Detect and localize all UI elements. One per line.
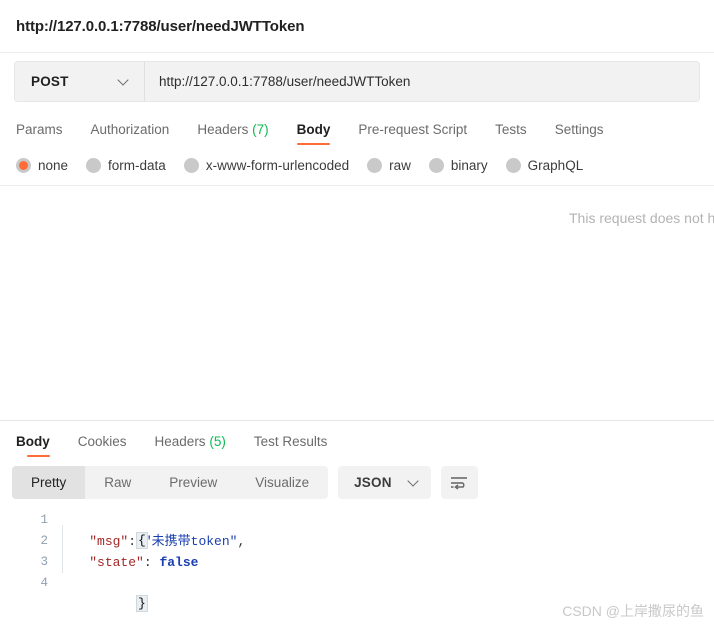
radio-icon (16, 157, 31, 173)
url-bar-group: POST http://127.0.0.1:7788/user/needJWTT… (14, 60, 700, 102)
response-pane: Body Cookies Headers (5) Test Results Pr… (0, 420, 714, 627)
radio-none[interactable]: none (16, 157, 69, 173)
url-bar: POST http://127.0.0.1:7788/user/needJWTT… (0, 53, 714, 109)
viewer-mode-preview[interactable]: Preview (150, 466, 236, 499)
tab-count: (5) (209, 433, 226, 449)
radio-raw[interactable]: raw (367, 157, 411, 173)
chevron-down-icon (408, 476, 420, 488)
request-title-bar: http://127.0.0.1:7788/user/needJWTToken (0, 0, 714, 53)
tab-label: Pre-request Script (358, 121, 468, 137)
tab-params[interactable]: Params (13, 121, 77, 146)
json-close-brace: } (136, 595, 148, 612)
response-body-code-viewer[interactable]: 1 2 3 4 { "msg": "未携带token", "state": fa… (0, 507, 714, 627)
json-colon: : (143, 555, 160, 570)
viewer-mode-group: Pretty Raw Preview Visualize (12, 465, 329, 499)
radio-label: raw (389, 157, 411, 173)
request-body-area: This request does not have a body (0, 185, 714, 420)
tab-tests[interactable]: Tests (481, 121, 541, 146)
radio-binary[interactable]: binary (428, 157, 488, 173)
page-title: http://127.0.0.1:7788/user/needJWTToken (16, 17, 305, 35)
code-line: "msg": "未携带token", (58, 531, 714, 552)
tab-label: Headers (154, 433, 206, 449)
radio-x-www-form-urlencoded[interactable]: x-www-form-urlencoded (183, 157, 350, 173)
viewer-mode-raw[interactable]: Raw (85, 466, 150, 499)
json-value: false (159, 555, 199, 570)
json-open-brace: { (136, 532, 148, 549)
json-comma: , (237, 534, 246, 549)
postman-request-response-view: http://127.0.0.1:7788/user/needJWTToken … (0, 0, 714, 627)
tab-label: Test Results (253, 433, 328, 449)
json-key: "state" (89, 555, 144, 570)
code-fold-guide (62, 525, 63, 573)
tab-count: (7) (252, 121, 269, 137)
code-content[interactable]: { "msg": "未携带token", "state": false } (58, 507, 714, 627)
tab-settings[interactable]: Settings (541, 121, 618, 146)
radio-graphql[interactable]: GraphQL (505, 157, 584, 173)
response-tab-body[interactable]: Body (13, 433, 64, 458)
json-value: "未携带token" (143, 534, 238, 549)
radio-icon (505, 157, 521, 173)
http-method-select[interactable]: POST (15, 61, 145, 101)
chevron-down-icon (118, 75, 130, 87)
body-type-radio-group: none form-data x-www-form-urlencoded raw… (0, 145, 714, 185)
response-viewer-toolbar: Pretty Raw Preview Visualize JSON (0, 457, 714, 507)
line-number: 2 (40, 534, 48, 548)
tab-label: Params (16, 121, 63, 137)
line-number: 3 (40, 555, 48, 569)
radio-label: GraphQL (527, 157, 584, 173)
tab-label: Settings (554, 121, 604, 137)
tab-label: Authorization (90, 121, 170, 137)
radio-icon (86, 157, 102, 173)
radio-icon (428, 157, 444, 173)
response-tabs: Body Cookies Headers (5) Test Results (0, 421, 714, 457)
response-tab-cookies[interactable]: Cookies (64, 433, 141, 458)
request-tabs: Params Authorization Headers (7) Body Pr… (0, 109, 714, 145)
tab-authorization[interactable]: Authorization (77, 121, 184, 146)
empty-body-message: This request does not have a body (569, 210, 714, 226)
code-line: "state": false (58, 552, 714, 573)
radio-form-data[interactable]: form-data (86, 157, 166, 173)
radio-icon (367, 157, 383, 173)
tab-label: Headers (197, 121, 249, 137)
response-tab-headers[interactable]: Headers (5) (141, 433, 240, 458)
code-line: } (58, 573, 714, 612)
tab-label: Body (296, 121, 331, 137)
tab-label: Tests (495, 121, 527, 137)
tab-pre-request-script[interactable]: Pre-request Script (344, 121, 481, 146)
tab-label: Cookies (77, 433, 127, 449)
radio-label: binary (450, 157, 488, 173)
line-number: 4 (40, 576, 48, 590)
radio-label: form-data (108, 157, 166, 173)
response-tab-test-results[interactable]: Test Results (240, 433, 342, 458)
response-format-label: JSON (354, 474, 392, 490)
code-line: { (58, 510, 714, 549)
tab-headers[interactable]: Headers (7) (183, 121, 282, 146)
response-format-select[interactable]: JSON (338, 465, 431, 499)
tab-label: Body (16, 433, 50, 449)
line-number-gutter: 1 2 3 4 (0, 507, 58, 627)
word-wrap-icon[interactable] (440, 465, 478, 499)
viewer-mode-visualize[interactable]: Visualize (236, 466, 328, 499)
tab-body[interactable]: Body (283, 121, 345, 146)
line-number: 1 (40, 513, 48, 527)
http-method-label: POST (31, 73, 69, 89)
url-input[interactable]: http://127.0.0.1:7788/user/needJWTToken (145, 61, 699, 101)
viewer-mode-pretty[interactable]: Pretty (12, 465, 86, 499)
radio-label: none (38, 157, 69, 173)
json-key: "msg" (89, 534, 129, 549)
radio-label: x-www-form-urlencoded (205, 157, 350, 173)
radio-icon (183, 157, 199, 173)
